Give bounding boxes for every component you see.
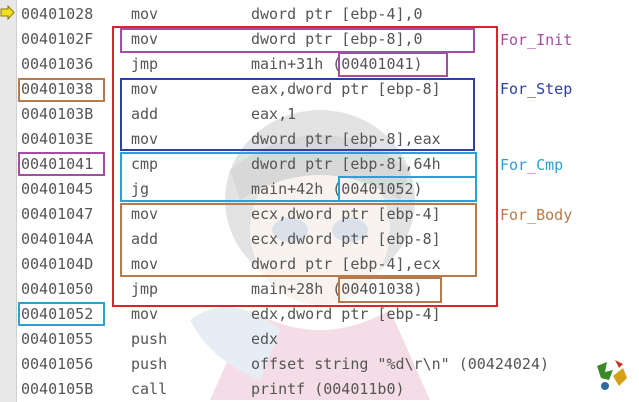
instruction-mnemonic: jmp (131, 55, 159, 73)
instruction-operands: main+28h (00401038) (251, 280, 423, 298)
disassembly-view: 00401028 mov dword ptr [ebp-4],0 0040102F mo… (0, 0, 639, 402)
for-step-label: For_Step (500, 80, 573, 98)
instruction-mnemonic: mov (131, 5, 159, 23)
instruction-address: 0040104A (21, 230, 94, 248)
instruction-address: 0040103B (21, 105, 94, 123)
instruction-row[interactable]: 0040104D mov dword ptr [ebp-4],ecx (0, 252, 639, 277)
instruction-operands: edx,dword ptr [ebp-4] (251, 305, 441, 323)
instruction-address: 00401050 (21, 280, 94, 298)
instruction-mnemonic: push (131, 330, 168, 348)
instruction-operands: printf (004011b0) (251, 380, 405, 398)
instruction-row[interactable]: 0040103B add eax,1 (0, 102, 639, 127)
instruction-address: 00401055 (21, 330, 94, 348)
instruction-operands: dword ptr [ebp-8],eax (251, 130, 441, 148)
instruction-mnemonic: mov (131, 255, 159, 273)
instruction-mnemonic: jmp (131, 280, 159, 298)
instruction-mnemonic: add (131, 230, 159, 248)
instruction-mnemonic: call (131, 380, 168, 398)
instruction-address: 00401047 (21, 205, 94, 223)
instruction-operands: eax,dword ptr [ebp-8] (251, 80, 441, 98)
for-body-label: For_Body (500, 206, 573, 224)
instruction-mnemonic: mov (131, 80, 159, 98)
instruction-operands: ecx,dword ptr [ebp-4] (251, 205, 441, 223)
instruction-address: 00401052 (21, 305, 94, 323)
instruction-mnemonic: jg (131, 180, 150, 198)
instruction-operands: eax,1 (251, 105, 297, 123)
instruction-mnemonic: push (131, 355, 168, 373)
instruction-row[interactable]: 00401050 jmp main+28h (00401038) (0, 277, 639, 302)
instruction-address: 0040103E (21, 130, 94, 148)
instruction-operands: main+31h (00401041) (251, 55, 423, 73)
instruction-mnemonic: mov (131, 205, 159, 223)
instruction-operands: main+42h (00401052) (251, 180, 423, 198)
instruction-operands: offset string "%d\r\n" (00424024) (251, 355, 550, 373)
instruction-operands: dword ptr [ebp-4],0 (251, 5, 423, 23)
instruction-row[interactable]: 00401056 push offset string "%d\r\n" (0042… (0, 352, 639, 377)
for-init-label: For_Init (500, 31, 573, 49)
instruction-address: 00401045 (21, 180, 94, 198)
instruction-address: 0040102F (21, 30, 94, 48)
instruction-row[interactable]: 00401036 jmp main+31h (00401041) (0, 52, 639, 77)
instruction-mnemonic: cmp (131, 155, 159, 173)
instruction-row[interactable]: 00401028 mov dword ptr [ebp-4],0 (0, 2, 639, 27)
instruction-address: 00401056 (21, 355, 94, 373)
instruction-mnemonic: mov (131, 305, 159, 323)
instruction-address: 00401041 (21, 155, 94, 173)
instruction-row[interactable]: 00401045 jg main+42h (00401052) (0, 177, 639, 202)
instruction-address: 0040105B (21, 380, 94, 398)
instruction-address: 00401036 (21, 55, 94, 73)
corner-logo-icon (597, 360, 627, 390)
instruction-mnemonic: mov (131, 130, 159, 148)
instruction-row[interactable]: 00401052 mov edx,dword ptr [ebp-4] (0, 302, 639, 327)
instruction-operands: dword ptr [ebp-8],0 (251, 30, 423, 48)
instruction-operands: dword ptr [ebp-4],ecx (251, 255, 441, 273)
instruction-address: 00401028 (21, 5, 94, 23)
instruction-operands: ecx,dword ptr [ebp-8] (251, 230, 441, 248)
instruction-row[interactable]: 0040105B call printf (004011b0) (0, 377, 639, 402)
for-cmp-label: For_Cmp (500, 156, 564, 174)
instruction-mnemonic: mov (131, 30, 159, 48)
instruction-row[interactable]: 00401055 push edx (0, 327, 639, 352)
instruction-address: 0040104D (21, 255, 94, 273)
instruction-row[interactable]: 0040103E mov dword ptr [ebp-8],eax (0, 127, 639, 152)
instruction-operands: edx (251, 330, 279, 348)
instruction-row[interactable]: 0040104A add ecx,dword ptr [ebp-8] (0, 227, 639, 252)
instruction-address: 00401038 (21, 80, 94, 98)
instruction-mnemonic: add (131, 105, 159, 123)
instruction-operands: dword ptr [ebp-8],64h (251, 155, 441, 173)
